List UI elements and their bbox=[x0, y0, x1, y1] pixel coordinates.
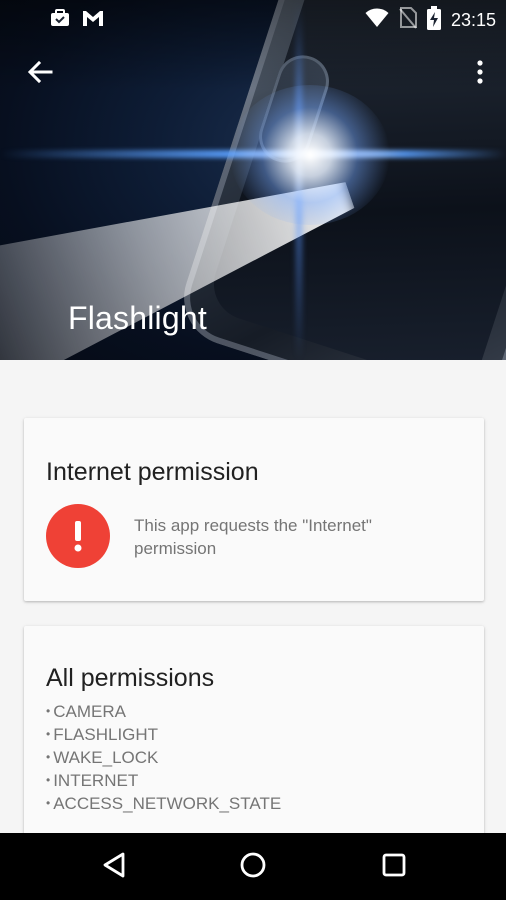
all-permissions-title: All permissions bbox=[46, 664, 215, 692]
permission-item: FLASHLIGHT bbox=[46, 723, 281, 746]
permission-item: INTERNET bbox=[46, 769, 281, 792]
overflow-menu-button[interactable] bbox=[468, 56, 492, 92]
nav-home-button[interactable] bbox=[229, 843, 277, 891]
arrow-back-icon bbox=[27, 59, 53, 90]
permissions-list: CAMERA FLASHLIGHT WAKE_LOCK INTERNET ACC… bbox=[46, 700, 281, 815]
internet-permission-description: This app requests the "Internet" permiss… bbox=[134, 516, 372, 558]
battery-charging-icon bbox=[426, 6, 441, 35]
gmail-icon bbox=[82, 8, 104, 33]
status-bar: 23:15 bbox=[0, 0, 506, 36]
work-badge-icon bbox=[50, 8, 70, 33]
status-time: 23:15 bbox=[450, 10, 496, 30]
permission-item: CAMERA bbox=[46, 700, 281, 723]
wifi-icon bbox=[365, 8, 389, 33]
all-permissions-card: All permissions CAMERA FLASHLIGHT WAKE_L… bbox=[24, 626, 484, 846]
alert-icon bbox=[46, 504, 110, 568]
permission-item: ACCESS_NETWORK_STATE bbox=[46, 792, 281, 815]
internet-permission-title: Internet permission bbox=[46, 458, 259, 486]
flash-glow bbox=[230, 85, 390, 225]
back-button[interactable] bbox=[22, 56, 58, 92]
home-circle-icon bbox=[239, 851, 267, 884]
more-vert-icon bbox=[476, 59, 484, 90]
permission-item: WAKE_LOCK bbox=[46, 746, 281, 769]
no-sim-icon bbox=[399, 7, 417, 34]
internet-permission-card: Internet permission This app requests th… bbox=[24, 418, 484, 601]
nav-back-button[interactable] bbox=[90, 843, 138, 891]
back-triangle-icon bbox=[101, 851, 127, 884]
recents-square-icon bbox=[381, 852, 407, 883]
navigation-bar bbox=[0, 833, 506, 900]
nav-recents-button[interactable] bbox=[370, 843, 418, 891]
app-title: Flashlight bbox=[68, 300, 207, 336]
